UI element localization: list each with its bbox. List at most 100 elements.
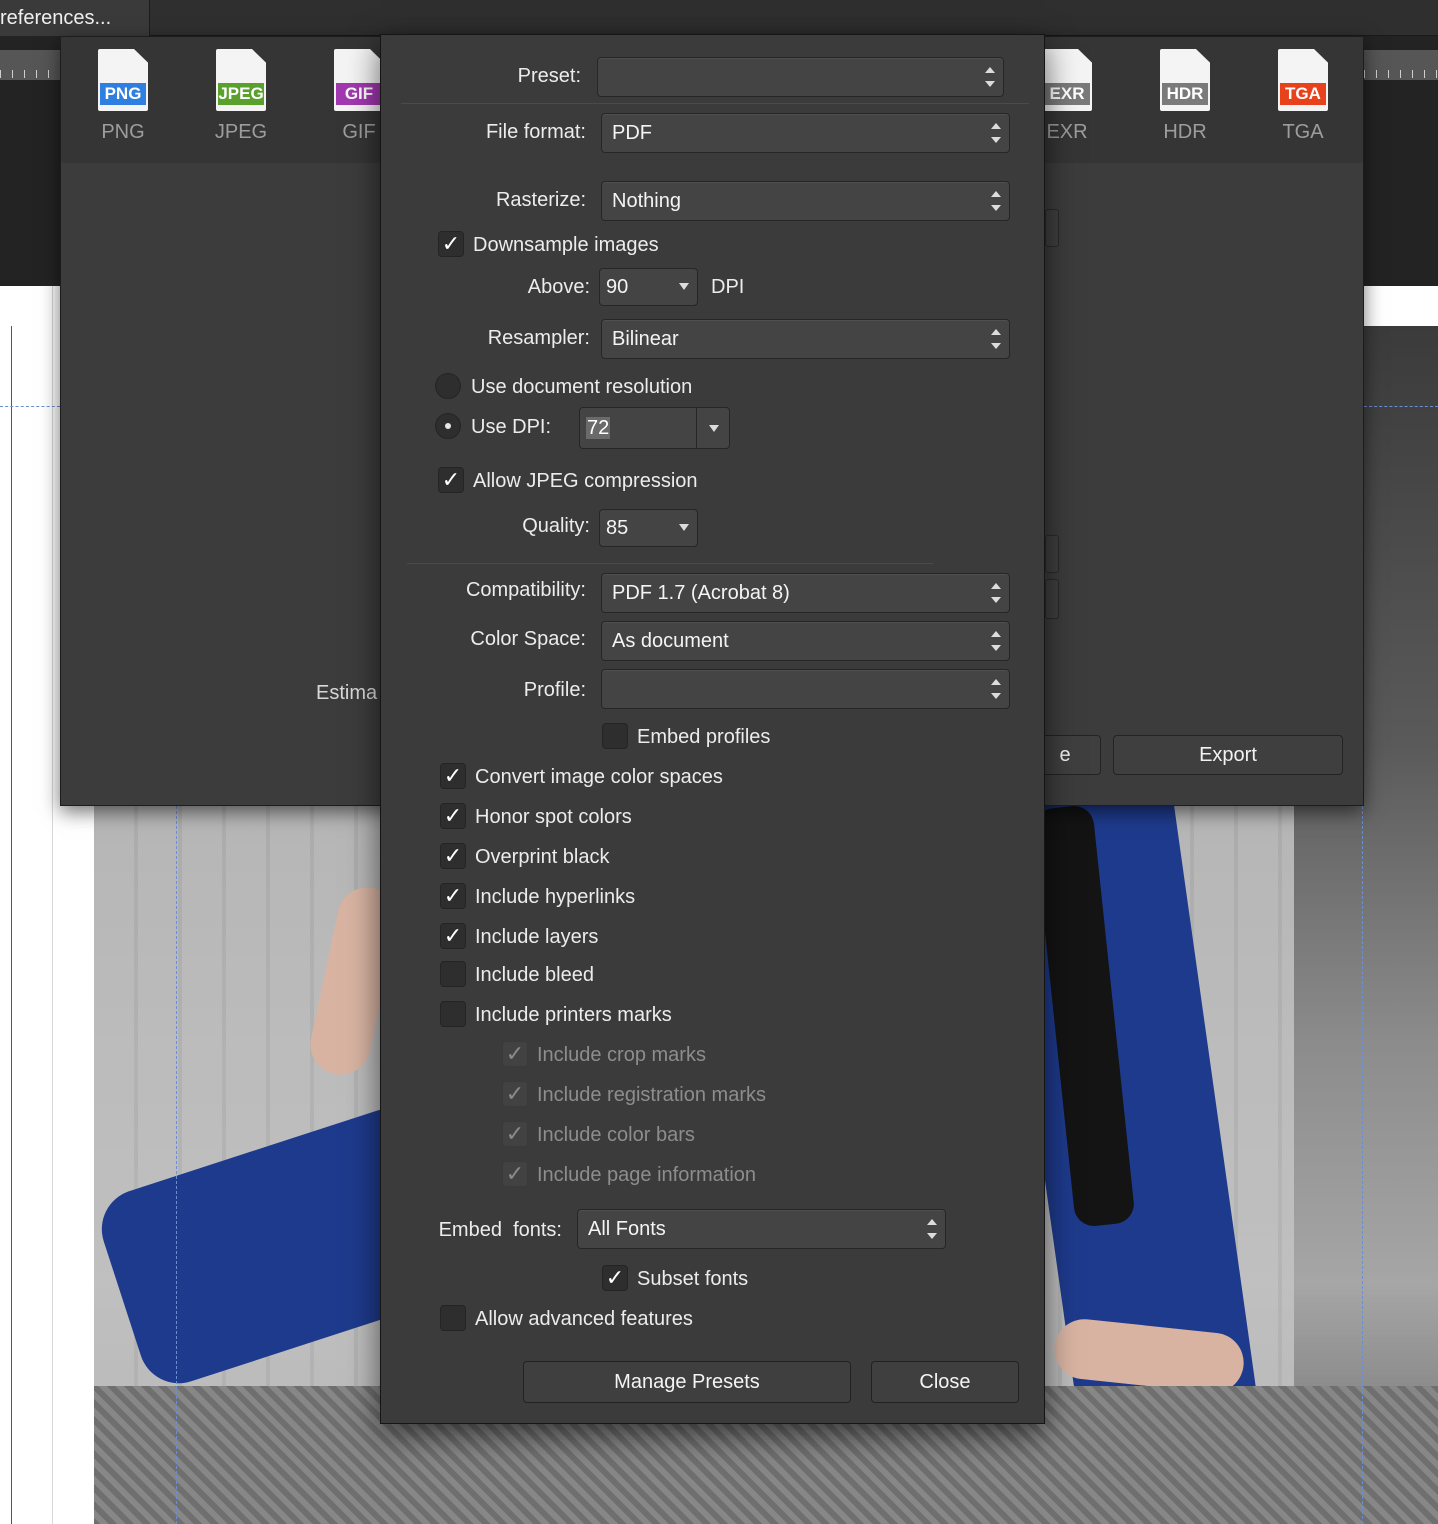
checkmark-icon: ✓ (443, 923, 463, 948)
estimate-label: Estima (316, 682, 378, 704)
pdf-options-dialog: Preset: File format: PDF Rasterize: Noth… (380, 34, 1045, 1424)
include-bleed-label: Include bleed (475, 964, 594, 986)
divider (401, 103, 1029, 104)
hdr-file-icon: HDR (1160, 49, 1210, 111)
include-layers-checkbox[interactable]: ✓ (440, 923, 466, 949)
updown-arrows-icon (927, 1219, 937, 1239)
menu-bar: references... (0, 0, 1438, 36)
downsample-label: Downsample images (473, 234, 659, 256)
honor-spot-colors-checkbox[interactable]: ✓ (440, 803, 466, 829)
overprint-black-checkbox[interactable]: ✓ (440, 843, 466, 869)
rasterize-value: Nothing (612, 190, 681, 212)
preset-popup[interactable] (597, 57, 1004, 97)
ruler-left (0, 50, 60, 80)
rasterize-popup[interactable]: Nothing (601, 181, 1010, 221)
dropdown-arrow-icon (709, 425, 719, 432)
dpi-unit-label: DPI (711, 276, 745, 298)
format-tag: JPEG (218, 83, 264, 105)
color-space-label: Color Space: (470, 628, 586, 650)
format-label: PNG (101, 121, 145, 143)
overprint-black-label: Overprint black (475, 846, 610, 868)
checkmark-icon: ✓ (605, 1265, 625, 1290)
checkmark-icon: ✓ (505, 1161, 525, 1186)
include-printers-marks-checkbox[interactable] (440, 1001, 466, 1027)
format-tag: EXR (1044, 83, 1090, 105)
export-field[interactable] (1045, 535, 1059, 573)
include-page-information-checkbox: ✓ (502, 1161, 528, 1187)
dropdown-arrow-icon (679, 283, 689, 290)
preferences-menu-item[interactable]: references... (0, 0, 150, 36)
rasterize-label: Rasterize: (495, 189, 586, 211)
include-bleed-checkbox[interactable] (440, 961, 466, 987)
checkmark-icon: ✓ (505, 1081, 525, 1106)
resampler-value: Bilinear (612, 328, 679, 350)
include-hyperlinks-label: Include hyperlinks (475, 886, 636, 908)
combo-separator (696, 408, 697, 448)
export-field[interactable] (1045, 579, 1059, 619)
include-color-bars-checkbox: ✓ (502, 1121, 528, 1147)
format-jpeg[interactable]: JPEG JPEG (201, 49, 281, 144)
embed-fonts-label: Embed fonts: (438, 1219, 562, 1241)
resampler-popup[interactable]: Bilinear (601, 319, 1010, 359)
use-dpi-combo[interactable]: 72 (579, 407, 730, 449)
format-tag: TGA (1280, 83, 1326, 105)
embed-profiles-checkbox[interactable] (602, 723, 628, 749)
tga-file-icon: TGA (1278, 49, 1328, 111)
embed-fonts-popup[interactable]: All Fonts (577, 1209, 946, 1249)
compatibility-value: PDF 1.7 (Acrobat 8) (612, 582, 790, 604)
include-page-information-label: Include page information (537, 1164, 757, 1186)
format-label: TGA (1282, 121, 1324, 143)
use-dpi-radio[interactable] (435, 413, 461, 439)
checkmark-icon: ✓ (443, 843, 463, 868)
allow-advanced-features-label: Allow advanced features (475, 1308, 693, 1330)
close-button[interactable]: Close (871, 1361, 1019, 1403)
export-button[interactable]: Export (1113, 735, 1343, 775)
file-format-value: PDF (612, 122, 652, 144)
page-edge (0, 326, 12, 1524)
updown-arrows-icon (991, 329, 1001, 349)
downsample-checkbox[interactable]: ✓ (438, 231, 464, 257)
updown-arrows-icon (991, 631, 1001, 651)
subset-fonts-checkbox[interactable]: ✓ (602, 1265, 628, 1291)
above-dpi-combo[interactable]: 90 (599, 268, 698, 306)
file-format-label: File format: (485, 121, 586, 143)
honor-spot-colors-label: Honor spot colors (475, 806, 632, 828)
include-layers-label: Include layers (475, 926, 599, 948)
convert-color-spaces-checkbox[interactable]: ✓ (440, 763, 466, 789)
export-field[interactable] (1045, 209, 1059, 247)
include-hyperlinks-checkbox[interactable]: ✓ (440, 883, 466, 909)
updown-arrows-icon (991, 123, 1001, 143)
checkmark-icon: ✓ (441, 231, 461, 256)
format-tag: PNG (100, 83, 146, 105)
format-label: JPEG (214, 121, 268, 143)
checkmark-icon: ✓ (505, 1121, 525, 1146)
manage-presets-button[interactable]: Manage Presets (523, 1361, 851, 1403)
quality-combo[interactable]: 85 (599, 509, 698, 547)
format-png[interactable]: PNG PNG (83, 49, 163, 144)
compatibility-popup[interactable]: PDF 1.7 (Acrobat 8) (601, 573, 1010, 613)
checkmark-icon: ✓ (505, 1041, 525, 1066)
include-printers-marks-label: Include printers marks (475, 1004, 672, 1026)
checkmark-icon: ✓ (443, 803, 463, 828)
include-color-bars-label: Include color bars (537, 1124, 695, 1146)
include-crop-marks-label: Include crop marks (537, 1044, 706, 1066)
profile-popup[interactable] (601, 669, 1010, 709)
guide-line (1364, 406, 1438, 407)
quality-value: 85 (606, 517, 629, 539)
exr-file-icon: EXR (1042, 49, 1092, 111)
color-space-popup[interactable]: As document (601, 621, 1010, 661)
guide-line (1362, 806, 1363, 1524)
updown-arrows-icon (991, 191, 1001, 211)
format-tga[interactable]: TGA TGA (1263, 49, 1343, 144)
gif-file-icon: GIF (334, 49, 384, 111)
above-value: 90 (606, 276, 629, 298)
checkmark-icon: ✓ (443, 883, 463, 908)
use-dpi-value[interactable]: 72 (586, 417, 611, 439)
file-format-popup[interactable]: PDF (601, 113, 1010, 153)
format-hdr[interactable]: HDR HDR (1145, 49, 1225, 144)
subset-fonts-label: Subset fonts (637, 1268, 749, 1290)
use-document-resolution-radio[interactable] (435, 373, 461, 399)
allow-jpeg-checkbox[interactable]: ✓ (438, 467, 464, 493)
allow-jpeg-label: Allow JPEG compression (473, 470, 698, 492)
allow-advanced-features-checkbox[interactable] (440, 1305, 466, 1331)
